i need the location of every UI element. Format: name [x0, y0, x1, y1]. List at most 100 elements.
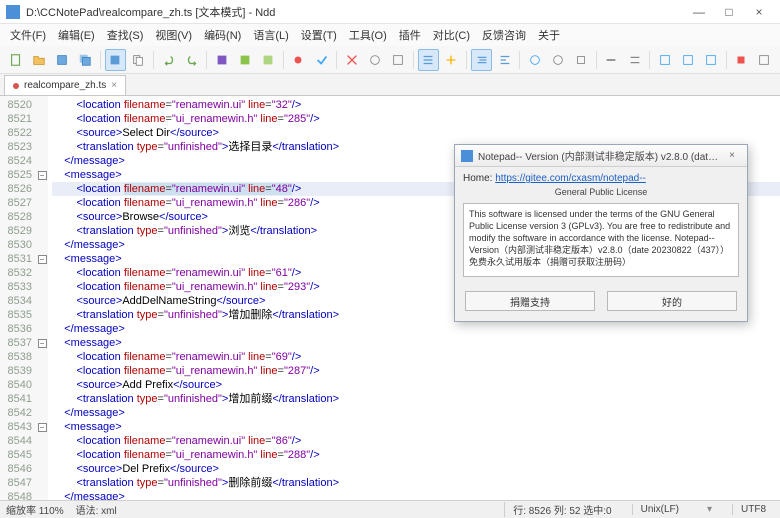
- toolbar-separator: [283, 51, 284, 69]
- code-line[interactable]: <location filename="ui_renamewin.h" line…: [52, 364, 780, 378]
- minimize-button[interactable]: —: [684, 2, 714, 22]
- fold-gutter[interactable]: −−−−−: [36, 96, 48, 504]
- toolbar-separator: [413, 51, 414, 69]
- dialog-titlebar[interactable]: Notepad-- Version (内部测试非稳定版本) v2.8.0 (da…: [455, 145, 747, 167]
- copy-icon[interactable]: [128, 49, 149, 71]
- code-line[interactable]: </message>: [52, 322, 780, 336]
- status-zoom: 缩放率 110%: [6, 502, 64, 517]
- dialog-app-icon: [461, 150, 473, 162]
- toolbar-icon[interactable]: [548, 49, 569, 71]
- app-icon: [6, 5, 20, 19]
- menu-language[interactable]: 语言(L): [247, 25, 294, 45]
- modified-indicator-icon: [13, 83, 19, 89]
- toolbar-icon[interactable]: [311, 49, 332, 71]
- toolbar-separator: [466, 51, 467, 69]
- status-encoding[interactable]: UTF8: [732, 504, 774, 515]
- toolbar-separator: [206, 51, 207, 69]
- toolbar-icon[interactable]: [471, 49, 492, 71]
- tab-file[interactable]: realcompare_zh.ts ×: [4, 75, 126, 95]
- dialog-close-icon[interactable]: ×: [723, 150, 741, 161]
- ok-button[interactable]: 好的: [607, 291, 737, 311]
- menu-tools[interactable]: 工具(O): [343, 25, 393, 45]
- toolbar-icon[interactable]: [654, 49, 675, 71]
- code-line[interactable]: <location filename="renamewin.ui" line="…: [52, 434, 780, 448]
- about-dialog: Notepad-- Version (内部测试非稳定版本) v2.8.0 (da…: [454, 144, 748, 322]
- home-row: Home: https://gitee.com/cxasm/notepad--: [463, 173, 739, 184]
- home-label: Home:: [463, 173, 495, 184]
- toolbar-icon[interactable]: [211, 49, 232, 71]
- toolbar-separator: [726, 51, 727, 69]
- toolbar-icon[interactable]: [571, 49, 592, 71]
- status-language: 语法: xml: [76, 502, 117, 517]
- toolbar-separator: [100, 51, 101, 69]
- toolbar-icon[interactable]: [388, 49, 409, 71]
- toolbar-icon[interactable]: [731, 49, 752, 71]
- code-line[interactable]: <source>Add Prefix</source>: [52, 378, 780, 392]
- save-all-icon[interactable]: [75, 49, 96, 71]
- menu-find[interactable]: 查找(S): [101, 25, 150, 45]
- open-file-icon[interactable]: [28, 49, 49, 71]
- toolbar-icon[interactable]: [235, 49, 256, 71]
- maximize-button[interactable]: □: [714, 2, 744, 22]
- code-line[interactable]: <location filename="ui_renamewin.h" line…: [52, 112, 780, 126]
- tab-close-icon[interactable]: ×: [111, 80, 117, 91]
- menu-view[interactable]: 视图(V): [149, 25, 198, 45]
- code-line[interactable]: <source>Select Dir</source>: [52, 126, 780, 140]
- toolbar-separator: [153, 51, 154, 69]
- home-link[interactable]: https://gitee.com/cxasm/notepad--: [495, 173, 646, 184]
- status-position: 行: 8526 列: 52 选中:0: [504, 502, 619, 517]
- menu-encoding[interactable]: 编码(N): [198, 25, 247, 45]
- toolbar-separator: [649, 51, 650, 69]
- redo-icon[interactable]: [181, 49, 202, 71]
- toolbar-icon[interactable]: [754, 49, 775, 71]
- save-icon[interactable]: [51, 49, 72, 71]
- toolbar-icon[interactable]: [364, 49, 385, 71]
- gpl-label: General Public License: [463, 184, 739, 198]
- window-title: D:\CCNotePad\realcompare_zh.ts [文本模式] - …: [26, 4, 684, 20]
- toolbar-icon[interactable]: [494, 49, 515, 71]
- code-line[interactable]: <translation type="unfinished">删除前缀</tra…: [52, 476, 780, 490]
- toolbar-icon[interactable]: [601, 49, 622, 71]
- toolbar-icon[interactable]: [624, 49, 645, 71]
- menu-compare[interactable]: 对比(C): [427, 25, 476, 45]
- menu-file[interactable]: 文件(F): [4, 25, 52, 45]
- menu-edit[interactable]: 编辑(E): [52, 25, 101, 45]
- dialog-title: Notepad-- Version (内部测试非稳定版本) v2.8.0 (da…: [478, 148, 723, 163]
- donate-button[interactable]: 捐赠支持: [465, 291, 595, 311]
- code-line[interactable]: <location filename="renamewin.ui" line="…: [52, 98, 780, 112]
- toolbar-icon[interactable]: [258, 49, 279, 71]
- toolbar-icon[interactable]: [418, 49, 439, 71]
- line-number-gutter: 8520852185228523852485258526852785288529…: [0, 96, 36, 504]
- menu-about[interactable]: 关于: [532, 25, 566, 45]
- code-line[interactable]: <message>: [52, 336, 780, 350]
- toolbar-icon[interactable]: [288, 49, 309, 71]
- toolbar-separator: [336, 51, 337, 69]
- toolbar-icon[interactable]: [677, 49, 698, 71]
- toolbar-icon[interactable]: [441, 49, 462, 71]
- close-button[interactable]: ×: [744, 2, 774, 22]
- code-line[interactable]: </message>: [52, 406, 780, 420]
- license-text[interactable]: This software is licensed under the term…: [463, 203, 739, 277]
- toolbar-separator: [596, 51, 597, 69]
- menu-settings[interactable]: 设置(T): [295, 25, 343, 45]
- code-line[interactable]: <source>Del Prefix</source>: [52, 462, 780, 476]
- code-line[interactable]: <translation type="unfinished">增加前缀</tra…: [52, 392, 780, 406]
- code-line[interactable]: <location filename="ui_renamewin.h" line…: [52, 448, 780, 462]
- cut-icon[interactable]: [105, 49, 126, 71]
- tab-label: realcompare_zh.ts: [24, 80, 106, 91]
- status-eol[interactable]: Unix(LF): [632, 504, 687, 515]
- menu-plugins[interactable]: 插件: [393, 25, 427, 45]
- toolbar-icon[interactable]: [341, 49, 362, 71]
- toolbar: [0, 46, 780, 74]
- toolbar-icon[interactable]: [524, 49, 545, 71]
- code-line[interactable]: <location filename="renamewin.ui" line="…: [52, 350, 780, 364]
- statusbar: 缩放率 110% 语法: xml 行: 8526 列: 52 选中:0 Unix…: [0, 500, 780, 518]
- code-line[interactable]: <message>: [52, 420, 780, 434]
- undo-icon[interactable]: [158, 49, 179, 71]
- menu-feedback[interactable]: 反馈咨询: [476, 25, 532, 45]
- menubar: 文件(F) 编辑(E) 查找(S) 视图(V) 编码(N) 语言(L) 设置(T…: [0, 24, 780, 46]
- toolbar-icon[interactable]: [701, 49, 722, 71]
- new-file-icon[interactable]: [5, 49, 26, 71]
- tabbar: realcompare_zh.ts ×: [0, 74, 780, 96]
- toolbar-separator: [519, 51, 520, 69]
